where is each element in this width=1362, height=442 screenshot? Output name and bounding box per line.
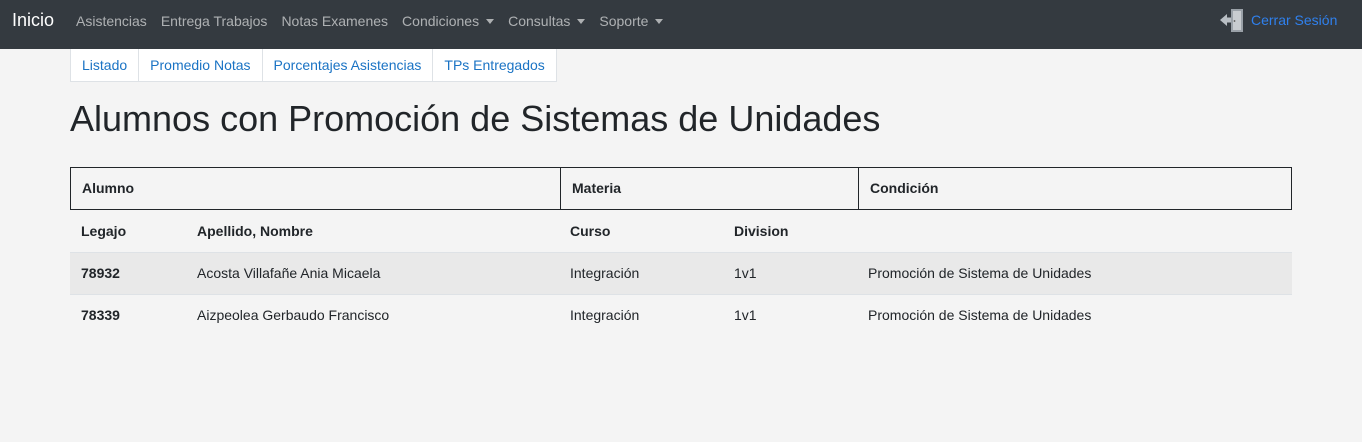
caret-down-icon bbox=[577, 19, 586, 24]
nav-dropdown-condiciones[interactable]: Condiciones bbox=[402, 12, 495, 30]
column-header-legajo: Legajo bbox=[81, 223, 127, 239]
cell-legajo: 78339 bbox=[81, 307, 120, 323]
cell-division: 1v1 bbox=[734, 307, 757, 323]
table-group-header: Alumno Materia Condición bbox=[70, 167, 1292, 210]
nav-link-label: Consultas bbox=[508, 12, 571, 29]
tab-tps-entregados[interactable]: TPs Entregados bbox=[433, 49, 555, 81]
door-exit-icon bbox=[1220, 9, 1243, 32]
top-navbar: Inicio Asistencias Entrega Trabajos Nota… bbox=[0, 0, 1362, 49]
caret-down-icon bbox=[655, 19, 664, 24]
nav-link-asistencias[interactable]: Asistencias bbox=[76, 12, 147, 30]
tab-promedio-notas[interactable]: Promedio Notas bbox=[139, 49, 263, 81]
nav-link-label: Soporte bbox=[599, 12, 649, 29]
cell-nombre: Aizpeolea Gerbaudo Francisco bbox=[197, 307, 390, 323]
nav-dropdown-consultas[interactable]: Consultas bbox=[508, 12, 586, 30]
cell-condicion: Promoción de Sistema de Unidades bbox=[868, 265, 1092, 281]
nav-link-entrega-trabajos[interactable]: Entrega Trabajos bbox=[161, 12, 268, 30]
cell-curso: Integración bbox=[570, 265, 640, 281]
group-header-condicion: Condición bbox=[858, 168, 1291, 209]
page-title: Alumnos con Promoción de Sistemas de Uni… bbox=[70, 98, 881, 139]
column-header-nombre: Apellido, Nombre bbox=[197, 223, 313, 239]
nav-link-label: Condiciones bbox=[402, 12, 480, 29]
cell-nombre: Acosta Villafañe Ania Micaela bbox=[197, 265, 381, 281]
cell-condicion: Promoción de Sistema de Unidades bbox=[868, 307, 1092, 323]
column-header-division: Division bbox=[734, 223, 789, 239]
tab-listado[interactable]: Listado bbox=[71, 49, 140, 81]
cell-division: 1v1 bbox=[734, 265, 757, 281]
nav-link-label: Entrega Trabajos bbox=[160, 12, 268, 29]
nav-link-notas-examenes[interactable]: Notas Examenes bbox=[281, 12, 388, 30]
table-column-header: Legajo Apellido, Nombre Curso Division bbox=[70, 210, 1292, 252]
table-row[interactable]: 78339 Aizpeolea Gerbaudo Francisco Integ… bbox=[70, 294, 1292, 336]
logout-label: Cerrar Sesión bbox=[1251, 12, 1338, 28]
report-tabs: Listado Promedio Notas Porcentajes Asist… bbox=[70, 49, 557, 82]
nav-menu: Asistencias Entrega Trabajos Notas Exame… bbox=[76, 12, 677, 30]
nav-link-label: Asistencias bbox=[76, 12, 147, 29]
cell-legajo: 78932 bbox=[81, 265, 120, 281]
caret-down-icon bbox=[486, 19, 495, 24]
cell-curso: Integración bbox=[570, 307, 640, 323]
table-row[interactable]: 78932 Acosta Villafañe Ania Micaela Inte… bbox=[70, 252, 1292, 294]
group-header-alumno: Alumno bbox=[82, 180, 135, 196]
nav-link-label: Notas Examenes bbox=[281, 12, 389, 29]
tab-porcentajes-asistencias[interactable]: Porcentajes Asistencias bbox=[263, 49, 434, 81]
nav-dropdown-soporte[interactable]: Soporte bbox=[599, 12, 664, 30]
brand-link[interactable]: Inicio bbox=[12, 10, 54, 30]
column-header-curso: Curso bbox=[570, 223, 611, 239]
logout-link[interactable]: Cerrar Sesión bbox=[1218, 6, 1337, 34]
group-header-materia: Materia bbox=[560, 168, 858, 209]
